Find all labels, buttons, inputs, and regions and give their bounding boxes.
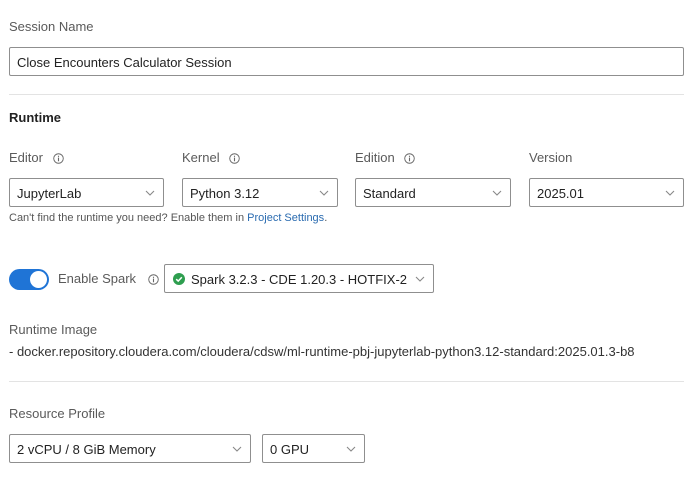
version-select-value: 2025.01 [537,186,584,201]
enable-spark-toggle[interactable] [9,269,49,290]
editor-label: Editor [9,150,64,165]
kernel-label: Kernel [182,150,240,165]
gpu-value: 0 GPU [270,442,310,457]
chevron-down-icon [145,190,155,196]
runtime-heading: Runtime [9,110,61,125]
chevron-down-icon [665,190,675,196]
editor-label-text: Editor [9,150,43,165]
editor-select-value: JupyterLab [17,186,82,201]
edition-label: Edition [355,150,416,165]
chevron-down-icon [319,190,329,196]
spark-version-select[interactable]: Spark 3.2.3 - CDE 1.20.3 - HOTFIX-2 [164,264,434,293]
resource-profile-label: Resource Profile [9,406,106,421]
runtime-image-label: Runtime Image [9,322,98,337]
edition-select[interactable]: Standard [355,178,511,207]
resource-profile-value: 2 vCPU / 8 GiB Memory [17,442,156,457]
chevron-down-icon [415,276,425,282]
spark-version-value: Spark 3.2.3 - CDE 1.20.3 - HOTFIX-2 [191,272,408,287]
kernel-select[interactable]: Python 3.12 [182,178,338,207]
chevron-down-icon [492,190,502,196]
gpu-select[interactable]: 0 GPU [262,434,365,463]
enable-spark-label-text: Enable Spark [58,271,137,286]
session-name-field[interactable]: Close Encounters Calculator Session [9,47,684,76]
info-icon[interactable] [147,274,159,285]
editor-select[interactable]: JupyterLab [9,178,164,207]
chevron-down-icon [346,446,356,452]
runtime-hint-text: Can't find the runtime you need? Enable … [9,212,248,224]
check-circle-icon [173,273,185,285]
session-name-value: Close Encounters Calculator Session [17,55,232,70]
kernel-select-value: Python 3.12 [190,186,260,201]
project-settings-link[interactable]: Project Settings [247,212,324,224]
info-icon[interactable] [52,153,64,164]
edition-label-text: Edition [355,150,395,165]
info-icon[interactable] [404,153,416,164]
session-name-label: Session Name [9,19,94,34]
kernel-label-text: Kernel [182,150,220,165]
divider-session [9,94,684,95]
chevron-down-icon [232,446,242,452]
info-icon[interactable] [229,153,240,164]
toggle-knob [30,271,47,288]
divider-runtime-image [9,381,684,382]
version-select[interactable]: 2025.01 [529,178,684,207]
edition-select-value: Standard [363,186,416,201]
resource-profile-select[interactable]: 2 vCPU / 8 GiB Memory [9,434,251,463]
enable-spark-label: Enable Spark [58,271,159,286]
runtime-hint-end: . [324,212,328,224]
runtime-image-value: - docker.repository.cloudera.com/clouder… [9,344,635,359]
runtime-hint: Can't find the runtime you need? Enable … [9,212,327,224]
version-label: Version [529,150,573,165]
